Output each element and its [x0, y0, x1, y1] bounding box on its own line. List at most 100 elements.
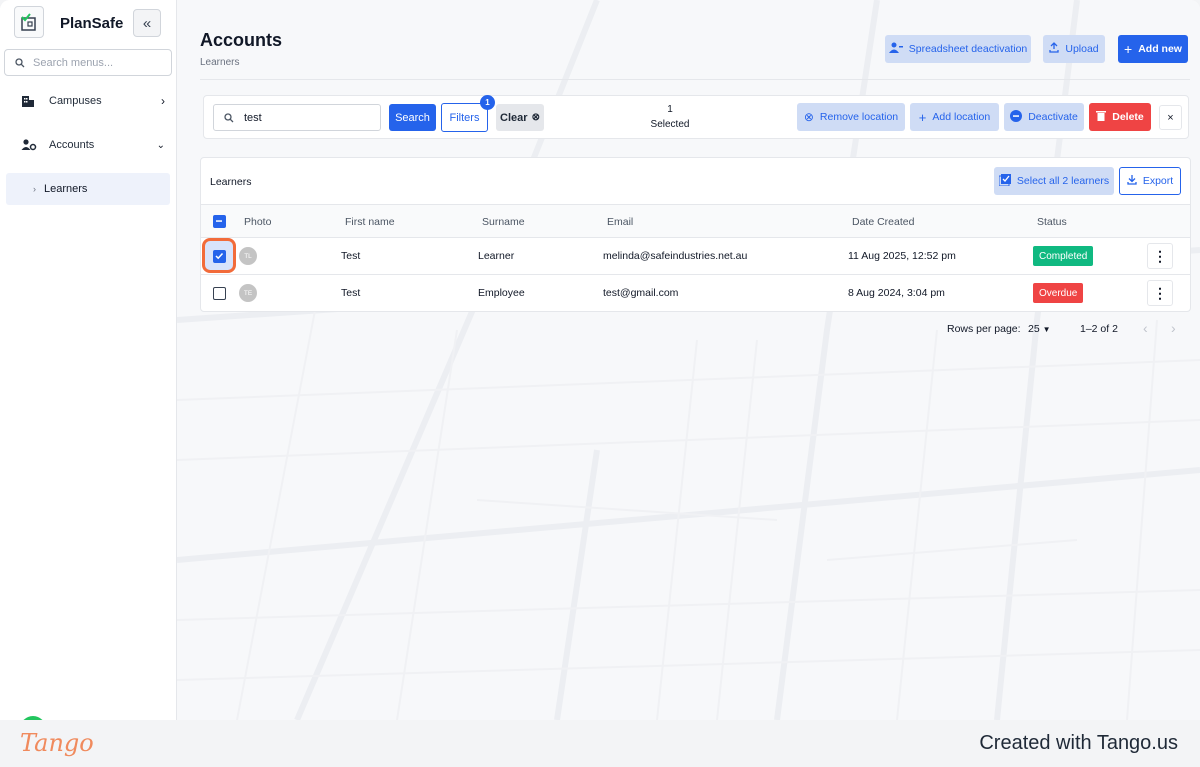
- building-check-icon: [21, 13, 36, 31]
- sidebar-subitem-learners[interactable]: › Learners: [6, 173, 170, 205]
- upload-icon: [1049, 42, 1060, 56]
- sidebar-item-label: Accounts: [49, 139, 95, 151]
- user-minus-icon: [888, 42, 903, 56]
- sidebar-item-label: Campuses: [49, 95, 102, 107]
- select-all-label: Select all 2 learners: [1016, 175, 1110, 187]
- upload-button[interactable]: Upload: [1043, 35, 1105, 63]
- column-header-surname[interactable]: Surname: [482, 216, 525, 228]
- select-all-checkbox[interactable]: [213, 215, 226, 228]
- caret-down-icon: ▼: [1042, 325, 1051, 334]
- previous-page-button[interactable]: ‹: [1143, 320, 1148, 336]
- app-window: PlanSafe « Search menus... Campuses › Ac…: [0, 0, 1200, 720]
- checklist-icon: [998, 173, 1011, 189]
- close-selection-button[interactable]: ×: [1159, 105, 1182, 130]
- cell-surname: Learner: [478, 250, 515, 262]
- close-icon: ×: [1167, 111, 1174, 124]
- menu-search-input[interactable]: Search menus...: [4, 49, 172, 76]
- collapse-sidebar-button[interactable]: «: [133, 9, 161, 37]
- column-header-photo[interactable]: Photo: [244, 216, 271, 228]
- chevron-down-icon: ⌄: [156, 139, 165, 151]
- rows-per-page-label: Rows per page:: [947, 323, 1021, 335]
- plansafe-logo[interactable]: [14, 6, 44, 38]
- row-actions-button[interactable]: ⋮: [1147, 280, 1173, 306]
- column-header-first-name[interactable]: First name: [345, 216, 395, 228]
- clear-button[interactable]: Clear ⊗: [496, 104, 544, 131]
- vertical-ellipsis-icon: ⋮: [1153, 284, 1167, 301]
- cell-email: melinda@safeindustries.net.au: [603, 250, 748, 262]
- plus-icon: +: [918, 109, 927, 125]
- filter-toolbar: test Search Filters 1 Clear ⊗ 1 Selected…: [203, 95, 1189, 139]
- cell-email: test@gmail.com: [603, 287, 679, 299]
- main-content: Accounts Learners Spreadsheet deactivati…: [177, 0, 1200, 720]
- cell-date-created: 8 Aug 2024, 3:04 pm: [848, 287, 945, 299]
- chevron-right-icon: ›: [161, 94, 165, 108]
- spreadsheet-deactivation-button[interactable]: Spreadsheet deactivation: [885, 35, 1031, 63]
- remove-location-label: Remove location: [819, 111, 899, 123]
- search-icon: [224, 112, 234, 122]
- breadcrumb[interactable]: Learners: [200, 57, 239, 68]
- next-page-button[interactable]: ›: [1171, 320, 1176, 336]
- upload-label: Upload: [1065, 43, 1099, 55]
- clear-label: Clear: [500, 111, 528, 124]
- vertical-ellipsis-icon: ⋮: [1153, 247, 1167, 264]
- filters-count-badge: 1: [480, 95, 495, 110]
- tango-logo: Tango: [20, 729, 94, 757]
- add-new-label: Add new: [1138, 43, 1182, 55]
- pagination-range: 1–2 of 2: [1080, 323, 1118, 335]
- buildings-icon: [21, 94, 41, 108]
- created-with-text: Created with Tango.us: [979, 732, 1178, 754]
- sidebar-item-accounts[interactable]: Accounts ⌄: [0, 130, 177, 160]
- check-icon: [215, 252, 224, 260]
- app-name: PlanSafe: [60, 15, 124, 32]
- rows-per-page-select[interactable]: 25 ▼: [1028, 323, 1051, 335]
- selected-label: Selected: [650, 119, 690, 130]
- remove-circle-icon: ⊗: [803, 110, 814, 124]
- search-button[interactable]: Search: [389, 104, 436, 131]
- column-header-date-created[interactable]: Date Created: [852, 216, 914, 228]
- chevron-left-icon: ‹: [1143, 320, 1148, 336]
- delete-label: Delete: [1112, 111, 1144, 123]
- table-row[interactable]: TE Test Employee test@gmail.com 8 Aug 20…: [201, 275, 1190, 312]
- search-input[interactable]: test: [213, 104, 381, 131]
- minus-icon: [216, 220, 222, 222]
- add-location-button[interactable]: + Add location: [910, 103, 999, 131]
- column-header-status[interactable]: Status: [1037, 216, 1067, 228]
- table-title: Learners: [210, 176, 252, 188]
- cell-first-name: Test: [341, 250, 361, 262]
- minus-circle-icon: [1010, 109, 1023, 125]
- download-icon: [1127, 174, 1137, 188]
- add-new-button[interactable]: + Add new: [1118, 35, 1188, 63]
- row-checkbox[interactable]: [213, 250, 226, 263]
- column-header-email[interactable]: Email: [607, 216, 633, 228]
- chevron-right-small-icon: ›: [33, 184, 36, 194]
- table-header: Photo First name Surname Email Date Crea…: [201, 204, 1190, 238]
- add-location-label: Add location: [932, 111, 991, 123]
- row-actions-button[interactable]: ⋮: [1147, 243, 1173, 269]
- plus-icon: +: [1124, 41, 1133, 57]
- export-button[interactable]: Export: [1119, 167, 1181, 195]
- select-all-learners-button[interactable]: Select all 2 learners: [994, 167, 1114, 195]
- page-title: Accounts: [200, 30, 283, 50]
- spreadsheet-deactivation-label: Spreadsheet deactivation: [908, 43, 1028, 55]
- remove-location-button[interactable]: ⊗ Remove location: [797, 103, 905, 131]
- deactivate-button[interactable]: Deactivate: [1004, 103, 1084, 131]
- double-chevron-left-icon: «: [142, 14, 152, 32]
- delete-button[interactable]: Delete: [1089, 103, 1151, 131]
- sidebar-item-campuses[interactable]: Campuses ›: [0, 86, 177, 116]
- clear-circle-icon: ⊗: [531, 112, 540, 123]
- avatar: TE: [239, 284, 257, 302]
- learners-table-card: Learners Select all 2 learners Export Ph…: [200, 157, 1191, 312]
- chevron-right-icon: ›: [1171, 320, 1176, 336]
- status-badge: Overdue: [1033, 283, 1084, 303]
- menu-search-placeholder: Search menus...: [33, 56, 114, 69]
- search-icon: [15, 57, 25, 67]
- users-gear-icon: [21, 138, 41, 152]
- search-input-value: test: [244, 111, 262, 124]
- cell-surname: Employee: [478, 287, 525, 299]
- header-divider: [200, 79, 1190, 80]
- cell-date-created: 11 Aug 2025, 12:52 pm: [848, 250, 956, 262]
- avatar: TL: [239, 247, 257, 265]
- row-checkbox[interactable]: [213, 287, 226, 300]
- table-row[interactable]: TL Test Learner melinda@safeindustries.n…: [201, 238, 1190, 275]
- sidebar-subitem-label: Learners: [44, 183, 88, 195]
